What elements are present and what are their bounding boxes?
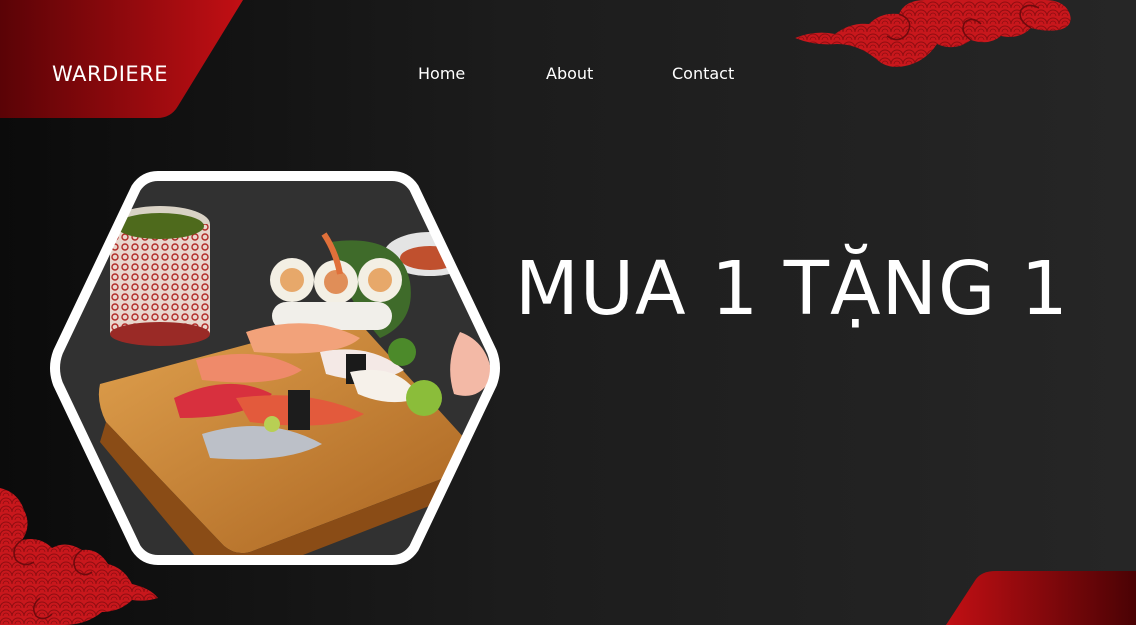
sushi-platter-image bbox=[50, 171, 500, 565]
hero-headline: MUA 1 TẶNG 1 bbox=[515, 246, 1069, 332]
logo-background bbox=[0, 0, 243, 118]
logo-block[interactable]: WARDIERE bbox=[0, 0, 245, 118]
corner-accent bbox=[946, 571, 1136, 625]
cloud-decoration-top bbox=[795, 0, 1071, 67]
nav-home[interactable]: Home bbox=[418, 64, 465, 83]
nav-about[interactable]: About bbox=[546, 64, 593, 83]
nav-contact[interactable]: Contact bbox=[672, 64, 734, 83]
